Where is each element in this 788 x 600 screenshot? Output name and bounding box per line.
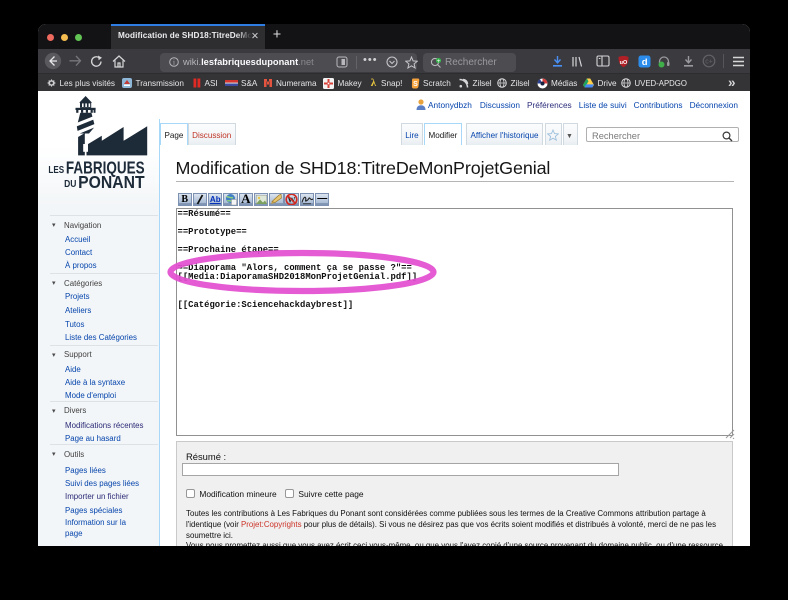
- svg-text:i: i: [173, 59, 175, 67]
- svg-text:d: d: [641, 57, 647, 68]
- svg-text:DU: DU: [64, 178, 76, 190]
- svg-text:S: S: [413, 81, 418, 88]
- svg-text:c+: c+: [705, 59, 713, 66]
- svg-text:uO: uO: [620, 59, 628, 65]
- svg-text:LES: LES: [48, 164, 64, 176]
- svg-text:+: +: [437, 57, 441, 64]
- svg-text:PONANT: PONANT: [78, 172, 145, 192]
